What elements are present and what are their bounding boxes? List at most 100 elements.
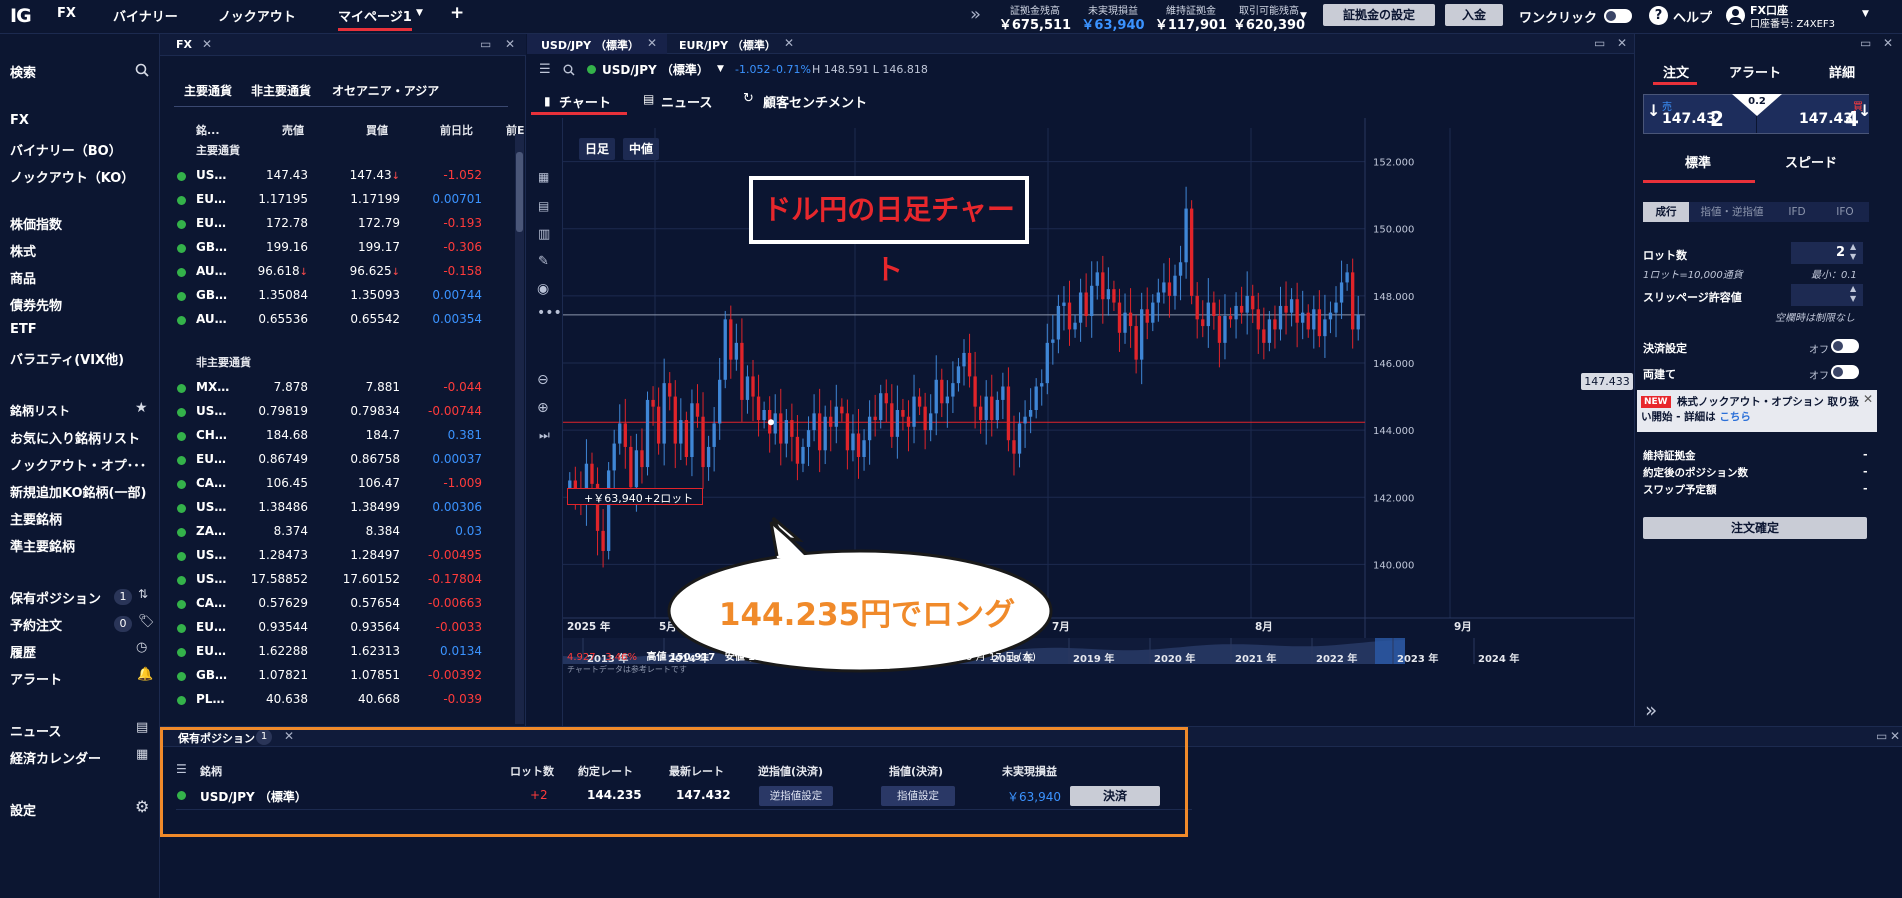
fx-row[interactable]: PL… 40.638 40.668 -0.039 [160,688,516,712]
more-icon[interactable]: ••• [537,305,562,321]
skip-end-icon[interactable]: ⏭ [539,428,550,443]
fx-row-bid[interactable]: 172.78 [220,216,308,230]
pencil-icon[interactable]: ✎ [538,254,549,269]
fx-row-bid[interactable]: 17.58852 [220,572,308,586]
sidebar-item-stocks[interactable]: 株式 [10,241,36,260]
close-position-button[interactable]: 決済 [1070,786,1160,806]
close-icon[interactable]: ✕ [1863,392,1873,406]
zoom-out-icon[interactable]: ⊖ [537,372,549,388]
fx-row[interactable]: US… 0.79819 0.79834 -0.00744 [160,400,516,424]
tab-order[interactable]: 注文 [1655,62,1697,81]
ig-logo[interactable]: IG [10,5,32,27]
add-tab-button[interactable]: + [450,3,464,23]
account-dropdown-icon[interactable]: ▼ [1862,9,1869,19]
fx-row[interactable]: EU… 1.17195 1.17199 0.00701 [160,188,516,212]
maximize-icon[interactable]: ▭ [1860,36,1871,50]
tab-detail[interactable]: 詳細 [1829,62,1855,81]
mode-tab-speed[interactable]: スピード [1785,152,1837,171]
order-type-market[interactable]: 成行 [1643,202,1689,222]
fx-row[interactable]: EU… 0.93544 0.93564 -0.0033 [160,616,516,640]
fx-row[interactable]: US… 17.58852 17.60152 -0.17804 [160,568,516,592]
tab-dropdown-icon[interactable]: ▼ [416,8,423,18]
fx-panel-tab[interactable]: FX [176,38,192,51]
slippage-stepper[interactable]: ▲ ▼ [1850,284,1856,304]
settlement-toggle[interactable] [1831,339,1859,353]
close-panel-icon[interactable]: ✕ [1617,36,1627,50]
positions-tab[interactable]: 保有ポジション [178,730,255,746]
fx-row-ask[interactable]: 8.384 [310,524,400,538]
calculator-icon[interactable]: ▦ [538,170,549,184]
fx-row-bid[interactable]: 0.86749 [220,452,308,466]
promo-link[interactable]: こちら [1719,411,1751,423]
pos-col-entry[interactable]: 約定レート [578,763,633,779]
fx-row[interactable]: EU… 1.62288 1.62313 0.0134 [160,640,516,664]
search-icon[interactable] [135,63,149,77]
fx-row-bid[interactable]: 8.374 [220,524,308,538]
menu-icon[interactable]: ☰ [176,762,187,776]
one-click-toggle[interactable] [1604,9,1632,23]
fx-row-ask[interactable]: 1.38499 [310,500,400,514]
col-bid[interactable]: 売値 [282,122,304,138]
sidebar-settings[interactable]: 設定 [10,800,36,819]
fx-row-ask[interactable]: 1.28497 [310,548,400,562]
bar-chart-icon[interactable]: ▥ [538,227,550,242]
fx-row-ask[interactable]: 184.7 [310,428,400,442]
hedge-toggle[interactable] [1831,365,1859,379]
expand-icon[interactable]: » [1645,698,1657,722]
pos-col-pl[interactable]: 未実現損益 [1002,763,1057,779]
watchlist-knockout[interactable]: ノックアウト・オプ･･･ [10,455,146,474]
order-confirm-button[interactable]: 注文確定 [1643,517,1867,539]
fx-row-bid[interactable]: 1.07821 [220,668,308,682]
fx-row-ask[interactable]: 0.93564 [310,620,400,634]
sidebar-item-fx[interactable]: FX [10,113,29,128]
fx-row-ask[interactable]: 1.62313 [310,644,400,658]
fx-row[interactable]: ZA… 8.374 8.384 0.03 [160,520,516,544]
eye-icon[interactable]: ◉ [537,281,549,297]
menu-icon[interactable]: ☰ [539,62,551,77]
maximize-icon[interactable]: ▭ [480,37,491,51]
category-tab-minor[interactable]: 非主要通貨 [251,82,311,99]
collapse-icon[interactable]: » [970,4,981,25]
pos-col-name[interactable]: 銘柄 [200,763,222,779]
sidebar-item-indices[interactable]: 株価指数 [10,214,62,233]
tab-mypage1[interactable]: マイページ1 [338,6,412,25]
position-line-label[interactable]: +￥63,940 +2ロット [567,488,703,505]
pos-col-latest[interactable]: 最新レート [669,763,724,779]
sidebar-item-etf[interactable]: ETF [10,322,37,337]
fx-row[interactable]: CA… 106.45 106.47 -1.009 [160,472,516,496]
fx-row-bid[interactable]: 1.17195 [220,192,308,206]
fx-row-bid[interactable]: 0.65536 [220,312,308,326]
close-icon[interactable]: ✕ [647,36,657,50]
close-icon[interactable]: ✕ [284,729,294,743]
fx-row-ask[interactable]: 17.60152 [310,572,400,586]
account-avatar-icon[interactable] [1726,6,1745,25]
fx-row-ask[interactable]: 147.43↓ [310,168,400,182]
margin-settings-button[interactable]: 証拠金の設定 [1323,4,1435,26]
lot-stepper[interactable]: ▲ ▼ [1850,242,1856,262]
set-limit-button[interactable]: 指値設定 [881,786,955,806]
fx-row-ask[interactable]: 199.17 [310,240,400,254]
sidebar-item-commodities[interactable]: 商品 [10,268,36,287]
watchlist-semi-major[interactable]: 準主要銘柄 [10,536,75,555]
gear-icon[interactable]: ⚙ [135,797,149,816]
fx-row-bid[interactable]: 0.93544 [220,620,308,634]
star-icon[interactable]: ★ [135,400,148,416]
category-tab-oceania-asia[interactable]: オセアニア・アジア [332,82,439,99]
sidebar-positions[interactable]: 保有ポジション [10,588,101,607]
position-row[interactable]: USD/JPY （標準） +2 144.235 147.432 逆指値設定 指値… [160,783,980,809]
sidebar-item-binary[interactable]: バイナリー（BO） [10,140,122,159]
close-panel-icon[interactable]: ✕ [1883,36,1893,50]
deposit-button[interactable]: 入金 [1445,4,1503,26]
close-icon[interactable]: ✕ [202,37,212,51]
tab-binary[interactable]: バイナリー [113,6,178,25]
fx-row[interactable]: AU… 96.618↓ 96.625↓ -0.158 [160,260,516,284]
sidebar-alerts[interactable]: アラート [10,669,62,688]
fx-row[interactable]: EU… 172.78 172.79 -0.193 [160,212,516,236]
tab-fx[interactable]: FX [57,6,76,21]
search-icon[interactable] [563,64,575,76]
account-summary-dropdown-icon[interactable]: ▼ [1300,11,1307,21]
fx-row[interactable]: GB… 1.07821 1.07851 -0.00392 [160,664,516,688]
fx-row[interactable]: EU… 0.86749 0.86758 0.00037 [160,448,516,472]
fx-row[interactable]: MX… 7.878 7.881 -0.044 [160,376,516,400]
watchlist-favorites[interactable]: お気に入り銘柄リスト [10,428,140,447]
